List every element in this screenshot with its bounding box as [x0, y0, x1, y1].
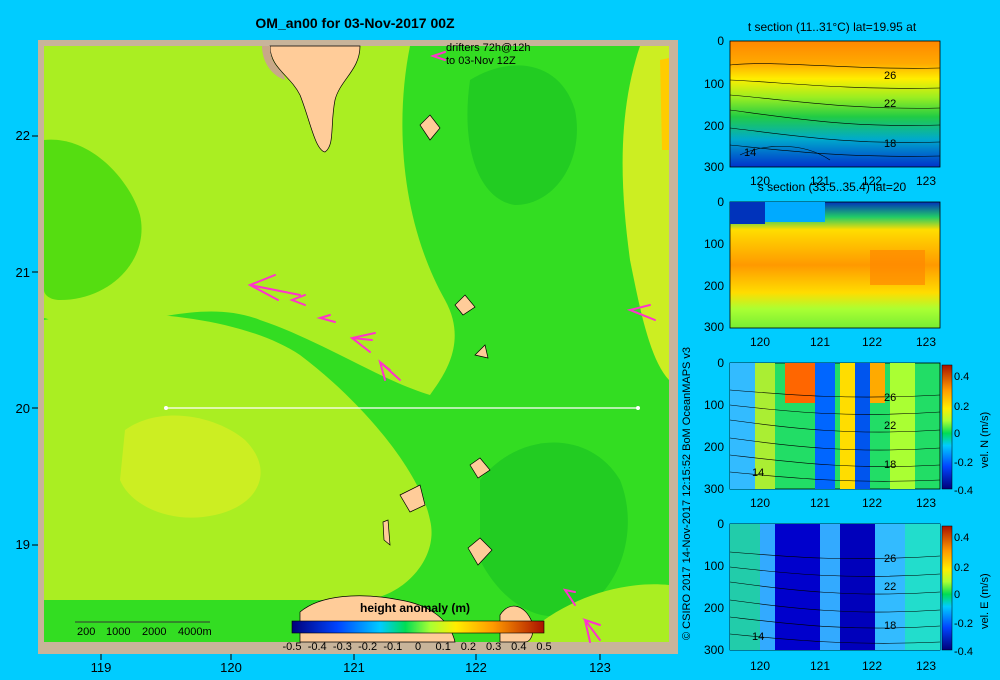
svg-text:123: 123 [916, 659, 936, 673]
x-tick-121: 121 [343, 660, 365, 675]
colorbar-tick-label: -0.4 [308, 641, 327, 653]
contour-label: 26 [884, 70, 896, 82]
svg-text:120: 120 [750, 659, 770, 673]
colorbar-tick-label: 0.5 [536, 641, 551, 653]
svg-text:18: 18 [884, 620, 896, 632]
svg-text:121: 121 [810, 496, 830, 510]
contour-label: 18 [884, 138, 896, 150]
svg-text:22: 22 [884, 420, 896, 432]
svg-text:121: 121 [810, 659, 830, 673]
section-panel-salinity: s section (33.5..35.4) lat=20 0 100 200 … [704, 180, 941, 349]
transect-end [636, 406, 640, 410]
svg-text:0.4: 0.4 [954, 371, 969, 383]
colorbar-tick-label: -0.1 [383, 641, 402, 653]
svg-text:100: 100 [704, 77, 724, 91]
colorbar-tick-label: 0.3 [486, 641, 501, 653]
main-y-ticks: 22 21 20 19 [16, 128, 30, 552]
svg-text:0: 0 [954, 428, 960, 440]
page-title: OM_an00 for 03-Nov-2017 00Z [255, 15, 455, 31]
svg-text:122: 122 [862, 335, 882, 349]
drifters-label-date: to 03-Nov 12Z [446, 55, 516, 67]
main-x-ticks: 119 120 121 122 123 [91, 660, 611, 675]
colorbar-label: vel. N (m/s) [979, 412, 991, 468]
colorbar-tick-label: 0.2 [461, 641, 476, 653]
svg-text:14: 14 [752, 467, 764, 479]
svg-text:-0.2: -0.2 [954, 618, 973, 630]
depth-legend-2000: 2000 [142, 626, 166, 638]
x-tick-120: 120 [220, 660, 242, 675]
svg-text:14: 14 [752, 631, 764, 643]
section-panel-vel-north: 26 22 18 14 0.4 0.2 0 -0.2 -0.4 vel. N (… [704, 356, 991, 510]
svg-text:300: 300 [704, 643, 724, 657]
depth-legend-1000: 1000 [106, 626, 130, 638]
section-panel-vel-east: 26 22 18 14 0.4 0.2 0 -0.2 -0.4 vel. E (… [704, 517, 991, 673]
x-tick-119: 119 [91, 660, 112, 675]
colorbar-tick-label: 0 [415, 641, 421, 653]
svg-text:200: 200 [704, 119, 724, 133]
svg-text:0.2: 0.2 [954, 401, 969, 413]
x-tick-123: 123 [589, 660, 611, 675]
credit-text: © CSIRO 2017 14-Nov-2017 12:15:52 BoM Oc… [681, 347, 693, 640]
colorbar-tick-label: -0.3 [333, 641, 352, 653]
svg-text:0: 0 [717, 356, 724, 370]
depth-legend-200: 200 [77, 626, 95, 638]
svg-text:120: 120 [750, 496, 770, 510]
svg-text:-0.2: -0.2 [954, 457, 973, 469]
svg-text:123: 123 [916, 335, 936, 349]
svg-text:100: 100 [704, 398, 724, 412]
svg-text:0: 0 [717, 517, 724, 531]
svg-text:123: 123 [916, 496, 936, 510]
drifters-label: drifters 72h@12h [446, 42, 531, 54]
svg-text:120: 120 [750, 335, 770, 349]
svg-text:26: 26 [884, 553, 896, 565]
panel-title: s section (33.5..35.4) lat=20 [758, 180, 907, 194]
svg-text:0: 0 [954, 589, 960, 601]
colorbar-tick-label: -0.2 [358, 641, 377, 653]
figure: OM_an00 for 03-Nov-2017 00Z drifters 72h… [16, 15, 991, 675]
svg-text:200: 200 [704, 601, 724, 615]
y-tick-20: 20 [16, 401, 30, 416]
svg-text:122: 122 [862, 659, 882, 673]
colorbar-tick-label: 0.1 [436, 641, 451, 653]
section-panel-temperature: t section (11..31°C) lat=19.95 at 26 22 … [704, 20, 941, 188]
colorbar-ticks: -0.5 -0.4 -0.3 -0.2 -0.1 0 0.1 0.2 0.3 0.4 0.5 [283, 641, 552, 653]
svg-text:200: 200 [704, 440, 724, 454]
svg-text:300: 300 [704, 160, 724, 174]
main-map: drifters 72h@12h to 03-Nov 12Z 200 1000 … [38, 40, 678, 654]
svg-text:300: 300 [704, 482, 724, 496]
svg-text:0.2: 0.2 [954, 562, 969, 574]
x-tick-122: 122 [465, 660, 487, 675]
svg-text:100: 100 [704, 559, 724, 573]
svg-text:0: 0 [717, 195, 724, 209]
svg-text:123: 123 [916, 174, 936, 188]
svg-text:26: 26 [884, 392, 896, 404]
svg-text:300: 300 [704, 320, 724, 334]
y-tick-22: 22 [16, 128, 30, 143]
svg-text:100: 100 [704, 237, 724, 251]
colorbar [291, 620, 545, 634]
colorbar-title: height anomaly (m) [360, 601, 470, 615]
svg-text:18: 18 [884, 459, 896, 471]
svg-text:121: 121 [810, 335, 830, 349]
depth-legend-4000: 4000m [178, 626, 212, 638]
svg-text:0: 0 [717, 34, 724, 48]
colorbar-tick-label: -0.5 [283, 641, 302, 653]
svg-text:122: 122 [862, 496, 882, 510]
panel-title: t section (11..31°C) lat=19.95 at [748, 20, 917, 34]
y-tick-19: 19 [16, 537, 30, 552]
transect-start [164, 406, 168, 410]
svg-text:200: 200 [704, 279, 724, 293]
svg-text:0.4: 0.4 [954, 532, 969, 544]
y-tick-21: 21 [16, 265, 30, 280]
svg-text:22: 22 [884, 581, 896, 593]
contour-label: 14 [744, 147, 756, 159]
colorbar-label: vel. E (m/s) [979, 573, 991, 629]
colorbar-tick-label: 0.4 [511, 641, 526, 653]
svg-text:-0.4: -0.4 [954, 646, 973, 658]
contour-label: 22 [884, 98, 896, 110]
svg-text:-0.4: -0.4 [954, 485, 973, 497]
